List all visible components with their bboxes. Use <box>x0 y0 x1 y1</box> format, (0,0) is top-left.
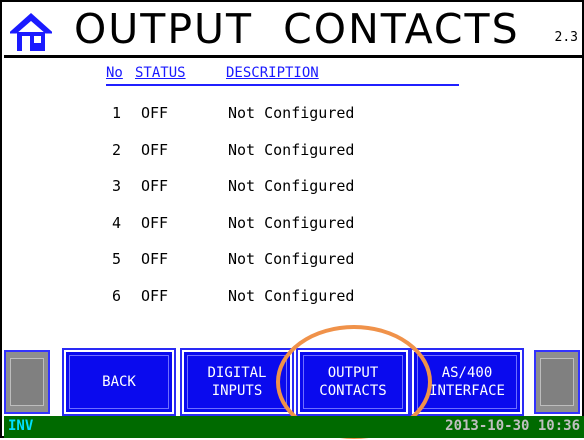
row-description: Not Configured <box>228 141 355 159</box>
row-status: OFF <box>141 177 169 195</box>
row-status: OFF <box>141 214 169 232</box>
output-contacts-label-line2: CONTACTS <box>319 383 387 399</box>
digital-inputs-button-label: DIGITAL INPUTS <box>207 364 266 400</box>
row-number: 5 <box>112 250 122 268</box>
column-header-description: DESCRIPTION <box>226 65 319 81</box>
digital-inputs-button[interactable]: DIGITAL INPUTS <box>180 348 294 416</box>
digital-inputs-label-line2: INPUTS <box>211 383 263 399</box>
left-blank-button-face <box>10 358 44 406</box>
home-icon[interactable] <box>10 12 52 54</box>
left-blank-button <box>4 350 50 414</box>
page-number: 2.3 <box>554 30 578 45</box>
page-title: OUTPUT CONTACTS <box>74 5 520 53</box>
as400-interface-label-line1: AS/400 <box>441 365 493 381</box>
as400-interface-button-label: AS/400 INTERFACE <box>429 364 505 400</box>
row-number: 2 <box>112 141 122 159</box>
column-header-no: No <box>106 65 123 81</box>
row-number: 1 <box>112 104 122 122</box>
right-blank-button-face <box>540 358 574 406</box>
status-mode-indicator: INV <box>8 418 34 434</box>
hmi-screen: OUTPUT CONTACTS 2.3 No STATUS DESCRIPTIO… <box>0 0 584 439</box>
row-description: Not Configured <box>228 250 355 268</box>
right-blank-button <box>534 350 580 414</box>
row-number: 4 <box>112 214 122 232</box>
row-description: Not Configured <box>228 104 355 122</box>
row-status: OFF <box>141 287 169 305</box>
back-button[interactable]: BACK <box>62 348 176 416</box>
column-header-status: STATUS <box>135 65 186 81</box>
table-row: 3 OFF Not Configured <box>2 177 584 201</box>
row-description: Not Configured <box>228 214 355 232</box>
as400-interface-label-line2: INTERFACE <box>429 383 505 399</box>
digital-inputs-label-line1: DIGITAL <box>207 365 267 381</box>
status-bar: INV 2013-10-30 10:36 <box>4 416 584 438</box>
row-status: OFF <box>141 250 169 268</box>
status-datetime: 2013-10-30 10:36 <box>445 418 580 434</box>
output-contacts-button[interactable]: OUTPUT CONTACTS <box>296 348 410 416</box>
table-row: 2 OFF Not Configured <box>2 141 584 165</box>
row-description: Not Configured <box>228 287 355 305</box>
row-status: OFF <box>141 104 169 122</box>
output-contacts-label-line1: OUTPUT <box>327 365 379 381</box>
table-row: 1 OFF Not Configured <box>2 104 584 128</box>
back-button-label: BACK <box>102 374 136 390</box>
row-number: 3 <box>112 177 122 195</box>
title-bar: OUTPUT CONTACTS 2.3 <box>4 4 582 58</box>
navigation-button-bar: BACK DIGITAL INPUTS OUTPUT CONTACTS AS/4… <box>2 348 584 416</box>
as400-interface-button[interactable]: AS/400 INTERFACE <box>410 348 524 416</box>
table-row: 4 OFF Not Configured <box>2 214 584 238</box>
table-row: 6 OFF Not Configured <box>2 287 584 311</box>
row-description: Not Configured <box>228 177 355 195</box>
table-row: 5 OFF Not Configured <box>2 250 584 274</box>
table-header: No STATUS DESCRIPTION <box>106 64 459 86</box>
row-number: 6 <box>112 287 122 305</box>
row-status: OFF <box>141 141 169 159</box>
output-contacts-button-label: OUTPUT CONTACTS <box>319 364 386 400</box>
